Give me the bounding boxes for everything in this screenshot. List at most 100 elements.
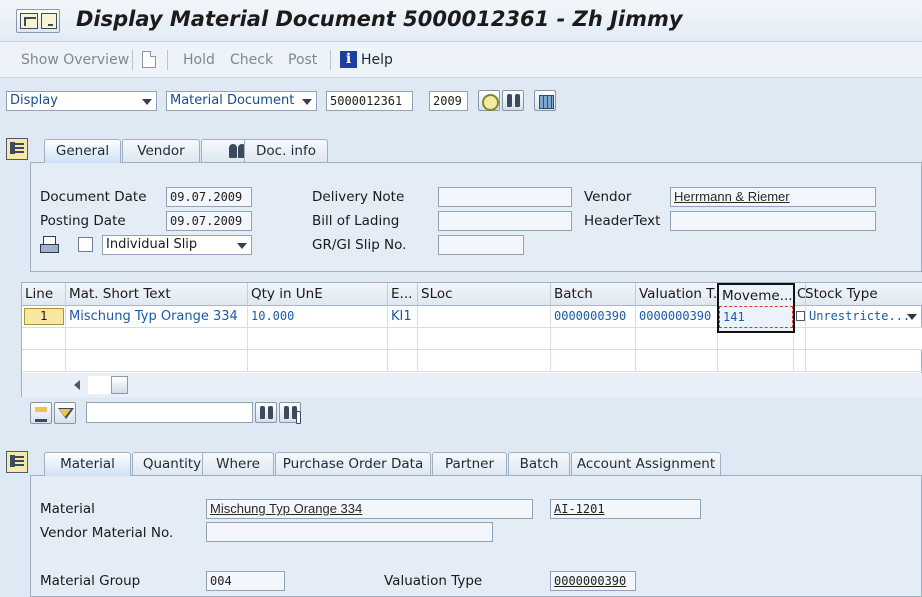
doc-type-select-value: Material Document (170, 93, 295, 108)
clock-icon[interactable] (478, 90, 500, 111)
empty-cell (636, 328, 718, 350)
toolbar-separator (330, 50, 331, 70)
find-next-icon[interactable] (279, 402, 301, 423)
tab-vendor[interactable]: Vendor (122, 139, 200, 163)
table-row[interactable]: 1 Mischung Typ Orange 334 10.000 KI1 000… (22, 306, 922, 328)
grgi-slip-field[interactable] (438, 235, 524, 255)
material-group-field[interactable]: 004 (206, 571, 285, 591)
column-header-qty[interactable]: Qty in UnE (248, 283, 388, 306)
hold-button[interactable]: Hold (183, 52, 215, 68)
layout-grid-icon[interactable] (534, 90, 556, 111)
document-date-label: Document Date (40, 189, 147, 205)
column-header-mat-text[interactable]: Mat. Short Text (66, 283, 248, 306)
empty-cell (636, 350, 718, 372)
tab-where[interactable]: Where (202, 452, 274, 476)
help-button[interactable]: Help (361, 52, 393, 68)
new-document-icon[interactable] (142, 51, 156, 68)
header-tabstrip: General Vendor Doc. info (30, 139, 430, 163)
find-icon[interactable] (255, 402, 277, 423)
post-button[interactable]: Post (288, 52, 317, 68)
items-table: Line Mat. Short Text Qty in UnE E... SLo… (21, 282, 922, 397)
empty-cell (66, 350, 248, 372)
doc-type-select[interactable]: Material Document (166, 91, 317, 111)
tab-partner[interactable]: Partner (432, 452, 507, 476)
expand-section-icon[interactable] (6, 138, 28, 160)
action-select-value: Display (10, 93, 58, 108)
mat-text-cell[interactable]: Mischung Typ Orange 334 (66, 306, 248, 328)
copy-icon (796, 311, 805, 321)
empty-cell (794, 350, 806, 372)
tab-quantity[interactable]: Quantity (132, 452, 212, 476)
toolbar-separator (132, 50, 133, 70)
column-header-batch[interactable]: Batch (551, 283, 636, 306)
posting-date-field[interactable]: 09.07.2009 (166, 211, 252, 231)
material-number-field[interactable]: AI-1201 (550, 499, 701, 519)
column-header-unit[interactable]: E... (388, 283, 418, 306)
chevron-down-icon[interactable] (907, 314, 917, 320)
scroll-thumb[interactable] (111, 376, 128, 394)
bill-of-lading-field[interactable] (438, 211, 572, 231)
chevron-down-icon (237, 243, 247, 249)
empty-cell (248, 350, 388, 372)
grgi-slip-label: GR/GI Slip No. (312, 237, 407, 253)
scroll-left-icon[interactable] (74, 380, 80, 390)
material-label: Material (40, 501, 95, 517)
posting-date-label: Posting Date (40, 213, 126, 229)
print-checkbox[interactable] (78, 237, 93, 252)
tab-purchase-order-data[interactable]: Purchase Order Data (275, 452, 431, 476)
column-header-line[interactable]: Line (22, 283, 66, 306)
sort-icon[interactable] (30, 402, 52, 424)
print-icon[interactable] (40, 236, 59, 253)
table-search-input[interactable] (86, 402, 253, 423)
check-button[interactable]: Check (230, 52, 273, 68)
table-row[interactable] (22, 350, 922, 372)
material-text-field[interactable]: Mischung Typ Orange 334 (206, 499, 533, 519)
vendor-material-field[interactable] (206, 522, 493, 542)
stock-type-cell[interactable]: Unrestricte... (806, 306, 922, 328)
action-select[interactable]: Display (6, 91, 157, 111)
delivery-note-field[interactable] (438, 187, 572, 207)
valuation-cell[interactable]: 0000000390 (636, 306, 718, 328)
tab-doc-info[interactable]: Doc. info (244, 139, 328, 163)
empty-cell (551, 350, 636, 372)
unit-cell[interactable]: KI1 (388, 306, 418, 328)
valuation-type-label: Valuation Type (384, 573, 483, 589)
chevron-down-icon (142, 99, 152, 105)
batch-cell[interactable]: 0000000390 (551, 306, 636, 328)
help-icon[interactable]: i (340, 51, 357, 68)
vendor-field[interactable]: Herrmann & Riemer (670, 187, 876, 207)
line-cell[interactable]: 1 (22, 306, 66, 328)
tab-batch[interactable]: Batch (508, 452, 570, 476)
application-toolbar: Show Overview Hold Check Post i Help (0, 42, 922, 78)
document-date-field[interactable]: 09.07.2009 (166, 187, 252, 207)
doc-year-field[interactable]: 2009 (429, 91, 468, 111)
binoculars-icon[interactable] (502, 90, 524, 111)
tab-account-assignment[interactable]: Account Assignment (571, 452, 721, 476)
tab-general[interactable]: General (44, 139, 121, 163)
column-header-valuation[interactable]: Valuation T... (636, 283, 718, 306)
menu-icon[interactable] (16, 9, 60, 33)
material-group-label: Material Group (40, 573, 141, 589)
header-text-field[interactable] (670, 211, 876, 231)
empty-cell (66, 328, 248, 350)
valuation-type-field[interactable]: 0000000390 (550, 571, 636, 591)
sloc-cell[interactable] (418, 306, 551, 328)
header-text-label: HeaderText (584, 213, 661, 229)
column-header-stock-type[interactable]: Stock Type (802, 283, 922, 306)
empty-cell (22, 328, 66, 350)
filter-icon[interactable] (54, 402, 76, 424)
slip-type-select[interactable]: Individual Slip (102, 235, 252, 255)
expand-section-icon[interactable] (6, 451, 28, 473)
movement-cell[interactable]: 141 (719, 306, 793, 328)
c-cell[interactable] (794, 306, 806, 328)
column-header-sloc[interactable]: SLoc (418, 283, 551, 306)
empty-cell (388, 350, 418, 372)
doc-number-field[interactable]: 5000012361 (326, 91, 413, 111)
horizontal-scrollbar[interactable] (22, 373, 922, 397)
bill-of-lading-label: Bill of Lading (312, 213, 400, 229)
qty-cell[interactable]: 10.000 (248, 306, 388, 328)
tab-material[interactable]: Material (44, 452, 131, 476)
show-overview-button[interactable]: Show Overview (21, 52, 129, 68)
empty-cell (551, 328, 636, 350)
line-number[interactable]: 1 (24, 308, 64, 325)
